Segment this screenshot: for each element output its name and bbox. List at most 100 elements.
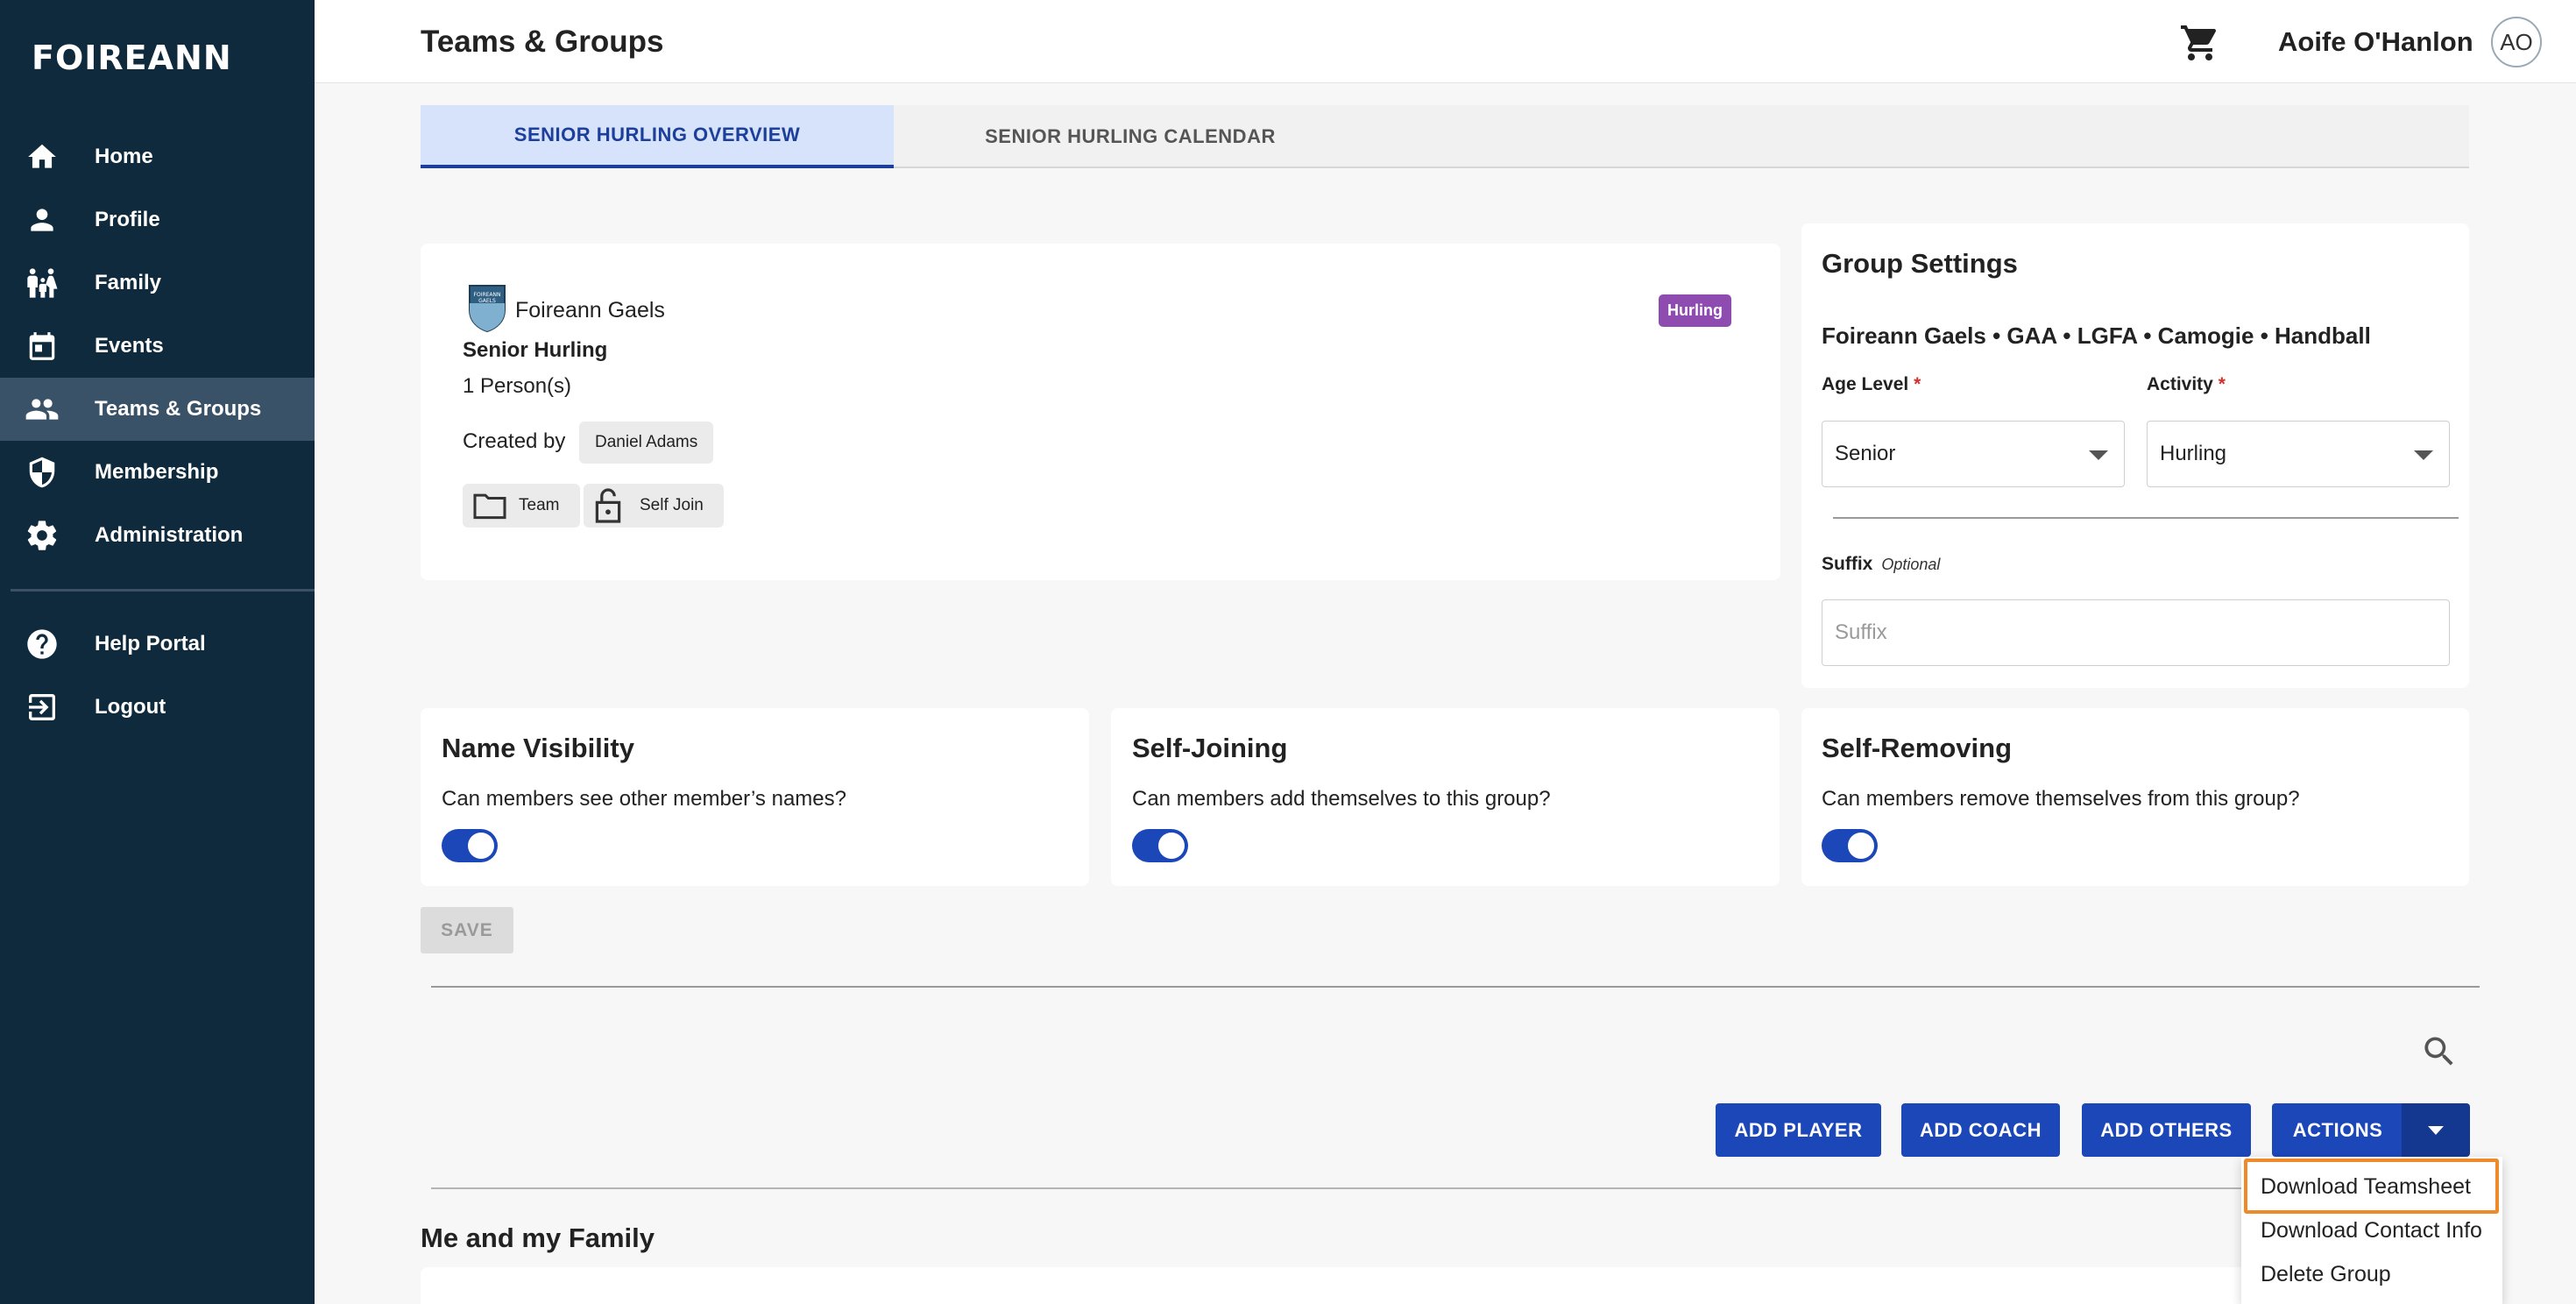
- highlight-box: [2244, 1159, 2499, 1214]
- tab-bar: SENIOR HURLING OVERVIEW SENIOR HURLING C…: [421, 105, 2469, 168]
- cart-icon[interactable]: [2179, 22, 2221, 64]
- option-title: Self-Joining: [1132, 733, 1288, 763]
- sidebar-item-events[interactable]: Events: [0, 315, 315, 378]
- chip-label: Team: [519, 496, 560, 514]
- sport-badge: Hurling: [1659, 294, 1731, 327]
- sidebar-item-membership[interactable]: Membership: [0, 441, 315, 504]
- toggle-knob: [468, 833, 494, 859]
- sidebar-item-administration[interactable]: Administration: [0, 504, 315, 567]
- user-name[interactable]: Aoife O'Hanlon: [2278, 26, 2473, 58]
- self-removing-toggle[interactable]: [1822, 829, 1878, 862]
- add-others-button[interactable]: ADD OTHERS: [2082, 1103, 2251, 1157]
- svg-text:GAELS: GAELS: [478, 298, 496, 304]
- sidebar-item-label: Teams & Groups: [95, 397, 262, 421]
- sidebar: FOIREANN Home Profile Family Events Team…: [0, 0, 315, 1304]
- calendar-icon: [25, 329, 60, 364]
- created-by-chip: Daniel Adams: [579, 422, 714, 464]
- suffix-optional: Optional: [1881, 556, 1941, 573]
- group-info-card: FOIREANN GAELS Foireann Gaels Hurling Se…: [421, 244, 1780, 580]
- suffix-input[interactable]: [1822, 599, 2450, 666]
- org-list: Foireann Gaels • GAA • LGFA • Camogie • …: [1822, 322, 2371, 349]
- page-title: Teams & Groups: [421, 25, 664, 59]
- members-card: [421, 1267, 2469, 1304]
- menu-item-download-contact-info[interactable]: Download Contact Info: [2261, 1218, 2482, 1244]
- sidebar-item-help-portal[interactable]: Help Portal: [0, 613, 315, 676]
- self-joining-card: Self-Joining Can members add themselves …: [1111, 708, 1780, 886]
- actions-button[interactable]: ACTIONS: [2272, 1103, 2403, 1157]
- suffix-label-text: Suffix: [1822, 554, 1873, 574]
- created-by-label: Created by: [463, 429, 566, 453]
- sidebar-item-logout[interactable]: Logout: [0, 676, 315, 739]
- sidebar-divider: [11, 589, 315, 592]
- add-player-button[interactable]: ADD PLAYER: [1716, 1103, 1881, 1157]
- caret-down-icon: [2414, 450, 2433, 460]
- group-icon: [25, 392, 60, 427]
- toggle-knob: [1848, 833, 1874, 859]
- home-icon: [25, 139, 60, 174]
- actions-dropdown-toggle[interactable]: [2402, 1103, 2470, 1157]
- person-icon: [25, 202, 60, 237]
- option-description: Can members see other member’s names?: [442, 787, 846, 811]
- self-removing-card: Self-Removing Can members remove themsel…: [1801, 708, 2469, 886]
- save-button[interactable]: SAVE: [421, 907, 513, 953]
- created-by-name: Daniel Adams: [595, 433, 698, 451]
- suffix-label: Suffix Optional: [1822, 554, 1940, 575]
- sidebar-item-label: Home: [95, 145, 153, 168]
- team-chip: Team: [463, 484, 580, 528]
- group-settings-title: Group Settings: [1822, 248, 2018, 279]
- member-count: 1 Person(s): [463, 374, 572, 398]
- sidebar-item-label: Help Portal: [95, 632, 206, 656]
- family-icon: [25, 266, 60, 301]
- activity-label-text: Activity: [2147, 374, 2213, 394]
- group-name: Senior Hurling: [463, 338, 608, 362]
- activity-select[interactable]: Hurling: [2147, 421, 2450, 487]
- svg-text:FOIREANN: FOIREANN: [474, 292, 501, 298]
- settings-divider: [1833, 517, 2459, 519]
- shield-icon: [25, 455, 60, 490]
- name-visibility-toggle[interactable]: [442, 829, 498, 862]
- group-settings-card: Group Settings Foireann Gaels • GAA • LG…: [1801, 223, 2469, 688]
- age-level-select[interactable]: Senior: [1822, 421, 2125, 487]
- avatar[interactable]: AO: [2491, 17, 2542, 67]
- option-description: Can members remove themselves from this …: [1822, 787, 2300, 811]
- sidebar-item-label: Profile: [95, 208, 160, 231]
- brand-logo[interactable]: FOIREANN: [32, 39, 232, 77]
- sidebar-item-label: Administration: [95, 523, 244, 547]
- sidebar-item-label: Events: [95, 334, 164, 358]
- chip-label: Self Join: [640, 496, 704, 514]
- option-description: Can members add themselves to this group…: [1132, 787, 1551, 811]
- option-title: Self-Removing: [1822, 733, 2013, 763]
- members-section-title: Me and my Family: [421, 1222, 655, 1253]
- age-level-label-text: Age Level: [1822, 374, 1909, 394]
- toggle-knob: [1158, 833, 1185, 859]
- age-level-value: Senior: [1835, 442, 1896, 465]
- caret-down-icon: [2428, 1126, 2444, 1135]
- help-icon: [25, 627, 60, 662]
- gear-icon: [25, 518, 60, 553]
- sidebar-item-profile[interactable]: Profile: [0, 188, 315, 252]
- age-level-label: Age Level *: [1822, 374, 1921, 395]
- sidebar-item-label: Membership: [95, 460, 219, 484]
- search-icon[interactable]: [2420, 1032, 2459, 1071]
- menu-item-delete-group[interactable]: Delete Group: [2261, 1262, 2391, 1287]
- logout-icon: [25, 690, 60, 725]
- required-mark: *: [2218, 374, 2226, 394]
- tab-senior-hurling-overview[interactable]: SENIOR HURLING OVERVIEW: [421, 105, 894, 168]
- club-name: Foireann Gaels: [515, 298, 665, 322]
- club-crest-icon: FOIREANN GAELS: [468, 284, 506, 333]
- section-divider: [431, 986, 2480, 988]
- tab-senior-hurling-calendar[interactable]: SENIOR HURLING CALENDAR: [894, 105, 1367, 168]
- activity-value: Hurling: [2160, 442, 2227, 465]
- name-visibility-card: Name Visibility Can members see other me…: [421, 708, 1089, 886]
- sidebar-item-home[interactable]: Home: [0, 125, 315, 188]
- required-mark: *: [1914, 374, 1921, 394]
- add-coach-button[interactable]: ADD COACH: [1901, 1103, 2060, 1157]
- caret-down-icon: [2089, 450, 2108, 460]
- option-title: Name Visibility: [442, 733, 634, 763]
- sidebar-item-teams-groups[interactable]: Teams & Groups: [0, 378, 315, 441]
- self-joining-toggle[interactable]: [1132, 829, 1188, 862]
- top-header: Teams & Groups Aoife O'Hanlon AO: [315, 0, 2576, 83]
- sidebar-item-family[interactable]: Family: [0, 252, 315, 315]
- folder-icon: [471, 491, 508, 526]
- sidebar-item-label: Family: [95, 271, 162, 294]
